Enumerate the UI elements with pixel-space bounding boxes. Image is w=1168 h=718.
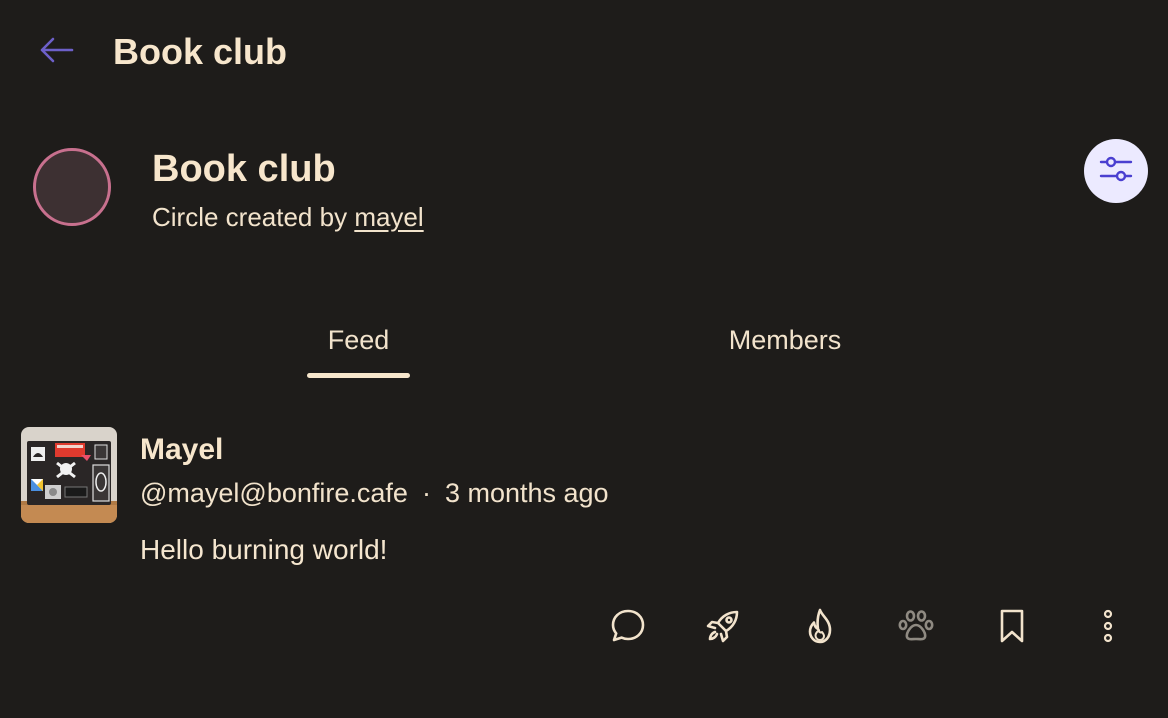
more-vertical-icon (1101, 609, 1115, 648)
bookmark-icon (997, 608, 1027, 649)
circle-header: Book club Circle created by mayel (0, 130, 1168, 250)
meta-separator: · (421, 478, 431, 508)
post-content: Hello burning world! (140, 534, 388, 565)
post-actions (0, 604, 1168, 652)
boost-rocket-icon (705, 608, 741, 649)
circle-tabs: Feed Members (0, 316, 1168, 386)
tab-feed[interactable]: Feed (307, 316, 410, 364)
created-by-label: Circle created by (152, 202, 355, 232)
boost-button[interactable] (699, 604, 747, 652)
page-title: Book club (113, 31, 288, 72)
feed-post: Mayel @mayel@bonfire.cafe · 3 months ago H… (0, 426, 1168, 666)
reply-icon (610, 608, 646, 649)
circle-name: Book club (152, 148, 336, 190)
post-meta: @mayel@bonfire.cafe · 3 months ago (140, 474, 609, 512)
back-button[interactable] (34, 32, 78, 72)
like-button[interactable] (796, 604, 844, 652)
post-author-handle[interactable]: @mayel@bonfire.cafe (140, 478, 408, 508)
bookmark-button[interactable] (988, 604, 1036, 652)
paw-button[interactable] (892, 604, 940, 652)
circle-created-by: Circle created by mayel (152, 200, 424, 234)
top-bar: Book club (0, 0, 1168, 104)
author-avatar[interactable] (21, 427, 117, 523)
post-timestamp[interactable]: 3 months ago (445, 478, 609, 508)
sliders-icon (1099, 154, 1133, 189)
tab-members[interactable]: Members (700, 316, 870, 364)
circle-avatar (33, 148, 111, 226)
active-tab-indicator (307, 373, 410, 378)
post-author-name[interactable]: Mayel (140, 430, 223, 470)
circle-settings-button[interactable] (1084, 139, 1148, 203)
paw-icon (897, 608, 935, 649)
arrow-left-icon (38, 36, 74, 69)
creator-link[interactable]: mayel (354, 202, 423, 232)
more-options-button[interactable] (1084, 604, 1132, 652)
reply-button[interactable] (604, 604, 652, 652)
flame-like-icon (802, 607, 838, 650)
